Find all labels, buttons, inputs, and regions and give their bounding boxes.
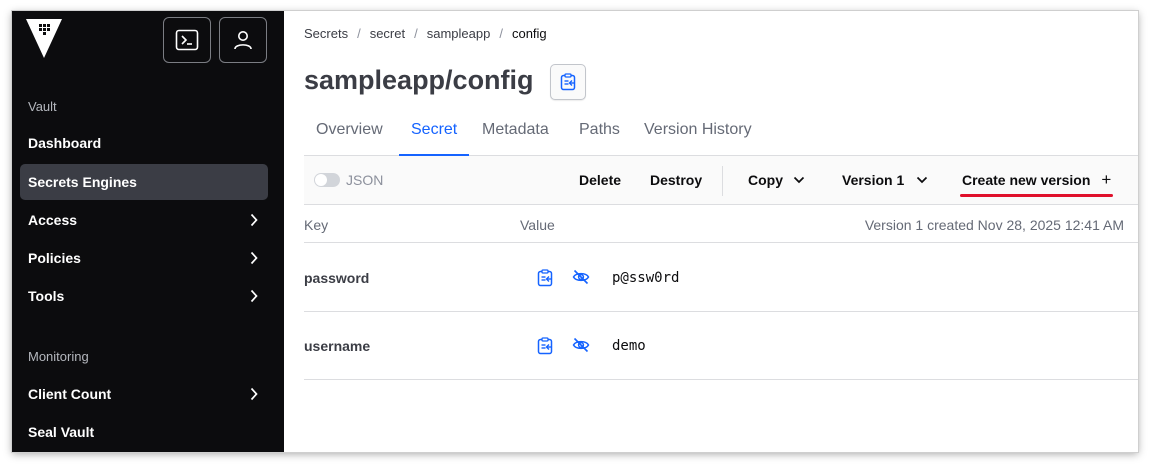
user-icon (232, 29, 254, 51)
eye-off-icon (572, 269, 590, 285)
create-new-version-label: Create new version (962, 172, 1091, 188)
section-heading-vault: Vault (28, 99, 57, 114)
destroy-button[interactable]: Destroy (650, 172, 702, 188)
sidebar-item-tools[interactable]: Tools (20, 278, 268, 314)
chevron-right-icon (250, 289, 258, 303)
json-toggle-label: JSON (346, 172, 384, 188)
chevron-down-icon (793, 176, 805, 184)
sidebar-item-label: Secrets Engines (28, 174, 137, 190)
tab-overview[interactable]: Overview (304, 111, 395, 156)
kv-table-header: Key Value Version 1 created Nov 28, 2025… (304, 206, 1138, 243)
console-button[interactable] (163, 17, 211, 63)
sidebar: Vault Dashboard Secrets Engines Access P… (12, 11, 284, 452)
column-header-key: Key (304, 217, 329, 233)
copy-path-button[interactable] (550, 64, 586, 100)
breadcrumb: Secrets / secret / sampleapp / config (304, 26, 547, 41)
tab-secret[interactable]: Secret (399, 111, 470, 156)
version-dropdown-button[interactable]: Version 1 (842, 172, 928, 188)
copy-value-button[interactable] (537, 337, 553, 355)
breadcrumb-link-secret[interactable]: secret (370, 26, 405, 41)
sidebar-item-policies[interactable]: Policies (20, 240, 268, 276)
table-row: username demo (304, 312, 1138, 380)
toolbar-divider (722, 166, 723, 196)
sidebar-item-dashboard[interactable]: Dashboard (20, 125, 268, 161)
sidebar-item-access[interactable]: Access (20, 202, 268, 238)
secret-value: p@ssw0rd (612, 270, 680, 286)
sidebar-item-label: Policies (28, 250, 81, 266)
sidebar-item-label: Seal Vault (28, 424, 95, 440)
chevron-right-icon (250, 387, 258, 401)
sidebar-item-secrets-engines[interactable]: Secrets Engines (20, 164, 268, 200)
table-row: password p@ssw0rd (304, 244, 1138, 312)
sidebar-item-label: Tools (28, 288, 65, 304)
vault-logo-icon[interactable] (26, 19, 62, 59)
tab-bar: Overview Secret Metadata Paths Version H… (304, 111, 1138, 156)
section-heading-monitoring: Monitoring (28, 349, 89, 364)
breadcrumb-separator: / (357, 26, 361, 41)
main-content: Secrets / secret / sampleapp / config sa… (284, 11, 1138, 452)
terminal-icon (175, 29, 199, 51)
chevron-right-icon (250, 251, 258, 265)
toggle-visibility-button[interactable] (572, 337, 590, 353)
version-dropdown-label: Version 1 (842, 172, 905, 188)
copy-dropdown-button[interactable]: Copy (748, 172, 805, 188)
chevron-down-icon (916, 176, 928, 184)
sidebar-item-client-count[interactable]: Client Count (20, 376, 268, 412)
toggle-visibility-button[interactable] (572, 269, 590, 285)
version-created-info: Version 1 created Nov 28, 2025 12:41 AM (864, 217, 1124, 233)
sidebar-item-label: Access (28, 212, 78, 228)
breadcrumb-separator: / (499, 26, 503, 41)
sidebar-item-seal-vault[interactable]: Seal Vault (20, 414, 268, 450)
breadcrumb-link-sampleapp[interactable]: sampleapp (427, 26, 491, 41)
secret-value: demo (612, 338, 646, 354)
plus-icon: + (1101, 170, 1112, 189)
sidebar-item-label: Client Count (28, 386, 112, 402)
sidebar-item-label: Dashboard (28, 135, 102, 151)
delete-button[interactable]: Delete (579, 172, 621, 188)
vault-window: Vault Dashboard Secrets Engines Access P… (12, 11, 1138, 452)
user-menu-button[interactable] (219, 17, 267, 63)
breadcrumb-link-secrets[interactable]: Secrets (304, 26, 348, 41)
clipboard-icon (560, 73, 576, 91)
clipboard-icon (537, 337, 553, 355)
tab-paths[interactable]: Paths (567, 111, 632, 156)
highlight-underline (960, 194, 1113, 197)
copy-value-button[interactable] (537, 269, 553, 287)
page-title: sampleapp/config (304, 65, 534, 95)
copy-dropdown-label: Copy (748, 172, 783, 188)
secret-key: password (304, 270, 370, 286)
tab-metadata[interactable]: Metadata (470, 111, 561, 156)
tab-version-history[interactable]: Version History (632, 111, 764, 156)
breadcrumb-current: config (511, 26, 547, 41)
column-header-value: Value (520, 217, 555, 233)
secret-toolbar: JSON Delete Destroy Copy Version 1 Creat… (304, 156, 1138, 205)
clipboard-icon (537, 269, 553, 287)
json-toggle[interactable] (314, 173, 340, 187)
eye-off-icon (572, 337, 590, 353)
secret-key: username (304, 338, 371, 354)
breadcrumb-separator: / (414, 26, 418, 41)
create-new-version-button[interactable]: Create new version + (962, 170, 1112, 189)
chevron-right-icon (250, 213, 258, 227)
